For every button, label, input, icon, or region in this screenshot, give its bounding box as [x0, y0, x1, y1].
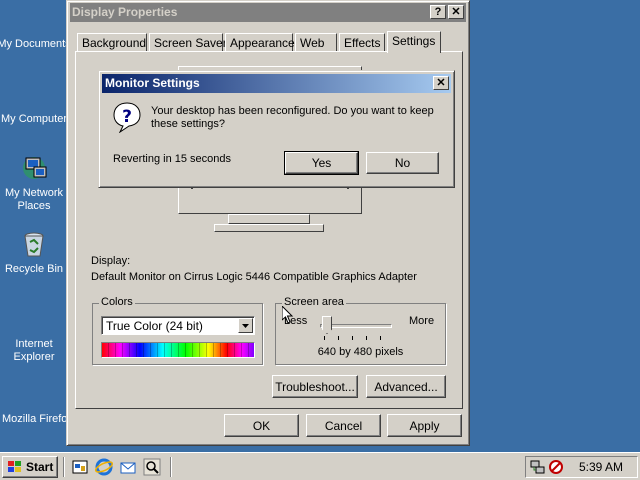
display-label: Display:: [91, 255, 131, 267]
desktop-icon-label: My Network Places: [4, 187, 64, 212]
apply-button[interactable]: Apply: [387, 414, 462, 437]
tab-web[interactable]: Web: [295, 33, 337, 53]
windows-logo-icon: [8, 461, 21, 472]
screen-area-group: Screen area Less More 640 by 480 pixels: [275, 296, 446, 365]
color-spectrum-bar: [101, 342, 255, 358]
close-icon: ✕: [436, 77, 446, 89]
desktop-icon-label: Internet Explorer: [13, 338, 55, 363]
desktop-icon-network[interactable]: My Network Places: [0, 152, 72, 213]
resolution-readout: 640 by 480 pixels: [317, 346, 404, 358]
apply-label: Apply: [409, 418, 440, 433]
window-titlebar[interactable]: Display Properties ? ✕: [70, 3, 466, 22]
tab-appearance[interactable]: Appearance: [225, 33, 295, 53]
desktop-icon-label: My Computer: [0, 113, 68, 125]
svg-text:?: ?: [122, 107, 132, 127]
help-button[interactable]: ?: [430, 5, 446, 19]
dialog-titlebar[interactable]: Monitor Settings ✕: [102, 74, 451, 93]
mouse-cursor: [282, 306, 294, 324]
taskbar-separator: [63, 457, 65, 477]
slider-more-label: More: [409, 315, 435, 327]
yes-label: Yes: [311, 156, 332, 170]
desktop-icon-recycle-bin[interactable]: Recycle Bin: [0, 228, 72, 276]
clock[interactable]: 5:39 AM: [579, 460, 623, 474]
desktop-icon-my-documents[interactable]: My Documents: [0, 38, 72, 51]
yes-button[interactable]: Yes: [284, 151, 359, 175]
tab-screen-saver[interactable]: Screen Saver: [149, 33, 227, 53]
start-button[interactable]: Start: [2, 456, 58, 478]
taskbar: Start 5:39 AM: [0, 452, 640, 480]
close-button[interactable]: ✕: [448, 5, 464, 19]
cancel-label: Cancel: [324, 418, 363, 433]
desktop-icon-internet-explorer[interactable]: Internet Explorer: [0, 338, 72, 364]
search-icon[interactable]: [143, 458, 161, 476]
advanced-button[interactable]: Advanced...: [366, 375, 446, 398]
network-icon: [23, 157, 47, 179]
resolution-slider-thumb[interactable]: [322, 316, 332, 334]
monitor-base: [214, 224, 324, 232]
question-icon: ?: [113, 102, 141, 133]
colors-group: Colors True Color (24 bit): [92, 296, 263, 365]
troubleshoot-label: Troubleshoot...: [275, 379, 355, 394]
monitor-settings-dialog: Monitor Settings ✕ ? Your desktop has be…: [98, 70, 455, 188]
colors-dropdown[interactable]: True Color (24 bit): [101, 316, 255, 335]
dialog-title: Monitor Settings: [105, 76, 200, 90]
revert-countdown: Reverting in 15 seconds: [113, 153, 232, 165]
ok-label: OK: [252, 418, 271, 433]
desktop-icon-label: Mozilla Firefox: [2, 413, 66, 425]
tab-settings[interactable]: Settings: [387, 31, 441, 53]
monitor-neck: [228, 214, 310, 224]
advanced-label: Advanced...: [374, 379, 438, 394]
recycle-bin-icon: [24, 232, 44, 257]
slider-ticks: [324, 336, 394, 340]
troubleshoot-button[interactable]: Troubleshoot...: [272, 375, 358, 398]
outlook-icon[interactable]: [119, 458, 137, 476]
help-icon: ?: [434, 6, 442, 18]
no-button[interactable]: No: [366, 152, 439, 174]
display-adapter-value: Default Monitor on Cirrus Logic 5446 Com…: [91, 271, 417, 283]
cancel-button[interactable]: Cancel: [306, 414, 381, 437]
start-label: Start: [26, 460, 54, 474]
desktop-icon-firefox[interactable]: Mozilla Firefox: [0, 413, 66, 426]
display-properties-window: Display Properties ? ✕ Background Screen…: [66, 0, 470, 446]
volume-icon[interactable]: [548, 459, 564, 475]
tab-effects[interactable]: Effects: [339, 33, 385, 53]
window-title: Display Properties: [72, 5, 178, 19]
dialog-close-button[interactable]: ✕: [433, 76, 449, 90]
colors-group-label: Colors: [99, 296, 135, 308]
desktop-icon-label: Recycle Bin: [4, 263, 64, 275]
system-tray: 5:39 AM: [525, 456, 638, 478]
tab-background[interactable]: Background: [77, 33, 147, 53]
quick-launch: [71, 458, 161, 476]
desktop-icon-label: My Documents: [0, 38, 71, 50]
chevron-down-icon: [242, 324, 249, 328]
dialog-message: Your desktop has been reconfigured. Do y…: [151, 105, 434, 130]
internet-explorer-icon[interactable]: [95, 458, 113, 476]
network-status-icon[interactable]: [530, 459, 546, 475]
ok-button[interactable]: OK: [224, 414, 299, 437]
show-desktop-icon[interactable]: [71, 458, 89, 476]
dropdown-arrow-button[interactable]: [238, 318, 253, 333]
taskbar-separator: [170, 457, 172, 477]
close-icon: ✕: [451, 6, 461, 18]
no-label: No: [394, 156, 411, 170]
colors-dropdown-value: True Color (24 bit): [106, 319, 203, 333]
desktop-icon-my-computer[interactable]: My Computer: [0, 113, 72, 126]
